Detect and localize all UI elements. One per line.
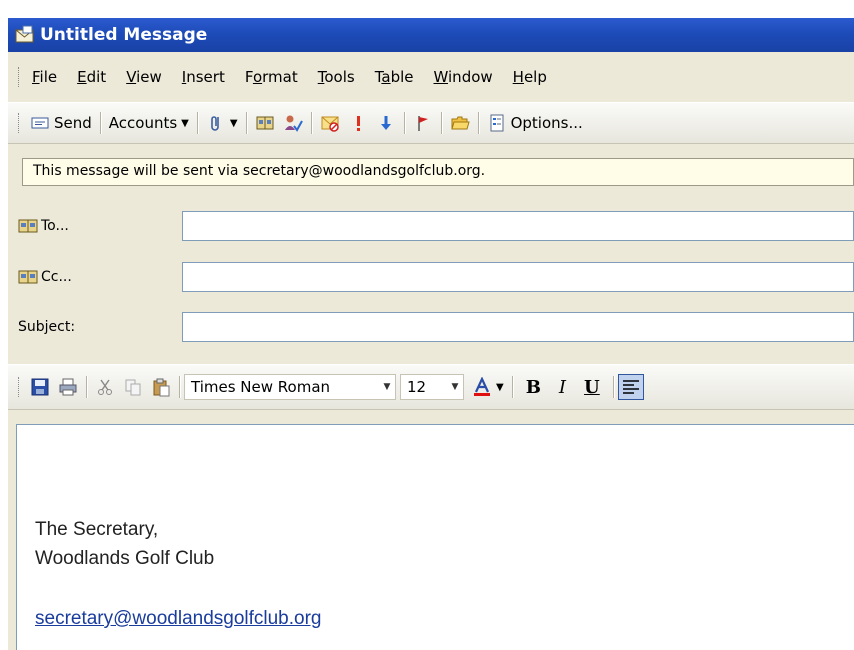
- options-icon: [490, 114, 504, 132]
- accounts-button[interactable]: Accounts ▼: [105, 112, 193, 134]
- italic-button[interactable]: I: [550, 377, 575, 398]
- window-title: Untitled Message: [40, 25, 208, 45]
- options-label: Options...: [510, 114, 583, 132]
- font-size-select[interactable]: 12 ▼: [400, 374, 464, 400]
- menu-window[interactable]: Window: [428, 64, 499, 90]
- floppy-disk-icon: [31, 378, 49, 396]
- folder-icon: [450, 116, 470, 130]
- save-button[interactable]: [26, 375, 54, 399]
- bold-button[interactable]: B: [517, 377, 550, 398]
- subject-field[interactable]: [182, 312, 854, 342]
- chevron-down-icon: ▼: [181, 117, 189, 129]
- menu-help[interactable]: Help: [507, 64, 553, 90]
- flag-icon: [417, 116, 428, 131]
- send-label: Send: [54, 114, 92, 132]
- body-line-recipient: The Secretary,: [35, 519, 159, 540]
- separator: [477, 112, 479, 134]
- paste-button[interactable]: [147, 375, 175, 399]
- separator: [99, 112, 101, 134]
- separator: [245, 112, 247, 134]
- address-book-button[interactable]: [251, 111, 279, 135]
- font-color-icon: [474, 377, 490, 396]
- print-button[interactable]: [54, 375, 82, 399]
- separator: [511, 376, 513, 398]
- body-line-club: Woodlands Golf Club: [35, 548, 215, 569]
- toolbar-grip[interactable]: [18, 113, 22, 133]
- subject-row: Subject:: [8, 311, 854, 343]
- chevron-down-icon[interactable]: ▼: [379, 375, 395, 399]
- address-book-icon: [18, 270, 38, 284]
- align-left-button[interactable]: [617, 374, 644, 400]
- separator: [440, 112, 442, 134]
- accounts-label: Accounts: [108, 114, 178, 132]
- separator: [86, 376, 87, 398]
- align-left-icon: [622, 380, 639, 394]
- copy-icon: [125, 379, 141, 396]
- cc-label: Cc...: [41, 269, 72, 285]
- separator: [403, 112, 405, 134]
- font-name-value: Times New Roman: [191, 378, 331, 396]
- address-book-icon: [18, 219, 38, 233]
- chevron-down-icon[interactable]: ▼: [496, 382, 504, 393]
- envelope-restrict-icon: [321, 116, 339, 132]
- copy-button[interactable]: [119, 375, 147, 399]
- check-names-icon: [284, 115, 303, 132]
- toolbar-grip[interactable]: [18, 377, 22, 397]
- open-folder-button[interactable]: [446, 111, 474, 135]
- menu-edit[interactable]: Edit: [71, 64, 112, 90]
- follow-up-button[interactable]: [409, 111, 437, 135]
- check-names-button[interactable]: [279, 111, 307, 135]
- underline-button[interactable]: U: [575, 377, 609, 398]
- font-color-button[interactable]: ▼: [468, 375, 508, 399]
- separator: [179, 376, 180, 398]
- high-importance-button[interactable]: [344, 111, 372, 135]
- menu-bar: File Edit View Insert Format Tools Table…: [8, 52, 854, 102]
- to-field[interactable]: [182, 211, 854, 241]
- envelope-icon: [15, 25, 34, 43]
- address-book-icon: [256, 116, 274, 130]
- email-link[interactable]: secretary@woodlandsgolfclub.org: [35, 608, 322, 630]
- chevron-down-icon[interactable]: ▼: [230, 118, 238, 129]
- paperclip-icon: [211, 116, 219, 131]
- menu-format[interactable]: Format: [239, 64, 304, 90]
- separator: [310, 112, 312, 134]
- chevron-down-icon[interactable]: ▼: [447, 375, 463, 399]
- cc-row: Cc...: [8, 261, 854, 293]
- low-importance-button[interactable]: [372, 111, 400, 135]
- attach-button[interactable]: ▼: [202, 111, 242, 135]
- message-body[interactable]: The Secretary, Woodlands Golf Club secre…: [16, 424, 854, 650]
- menu-view[interactable]: View: [120, 64, 168, 90]
- font-size-value: 12: [407, 378, 427, 396]
- menu-file[interactable]: File: [26, 64, 63, 90]
- cut-button[interactable]: [91, 375, 119, 399]
- cc-field[interactable]: [182, 262, 854, 292]
- cc-button[interactable]: Cc...: [18, 267, 72, 287]
- clipboard-icon: [153, 378, 170, 397]
- exclamation-icon: [356, 116, 360, 131]
- menu-tools[interactable]: Tools: [312, 64, 361, 90]
- font-name-select[interactable]: Times New Roman ▼: [184, 374, 396, 400]
- send-icon: [31, 117, 49, 129]
- down-arrow-icon: [380, 116, 391, 130]
- permission-button[interactable]: [316, 111, 344, 135]
- to-row: To...: [8, 210, 854, 242]
- scissors-icon: [98, 379, 112, 395]
- standard-toolbar: Send Accounts ▼ ▼ Options...: [8, 102, 854, 144]
- send-info-bar: This message will be sent via secretary@…: [22, 158, 854, 186]
- title-bar: Untitled Message: [8, 18, 854, 52]
- formatting-toolbar: Times New Roman ▼ 12 ▼ ▼ B I U: [8, 364, 854, 410]
- send-button[interactable]: Send: [26, 111, 96, 135]
- menu-grip[interactable]: [18, 67, 22, 87]
- menu-insert[interactable]: Insert: [176, 64, 231, 90]
- separator: [612, 376, 614, 398]
- to-button[interactable]: To...: [18, 216, 69, 236]
- to-label: To...: [41, 218, 69, 234]
- options-button[interactable]: Options...: [483, 111, 587, 135]
- subject-label: Subject:: [18, 319, 76, 335]
- menu-table[interactable]: Table: [369, 64, 420, 90]
- separator: [196, 112, 198, 134]
- printer-icon: [59, 378, 77, 396]
